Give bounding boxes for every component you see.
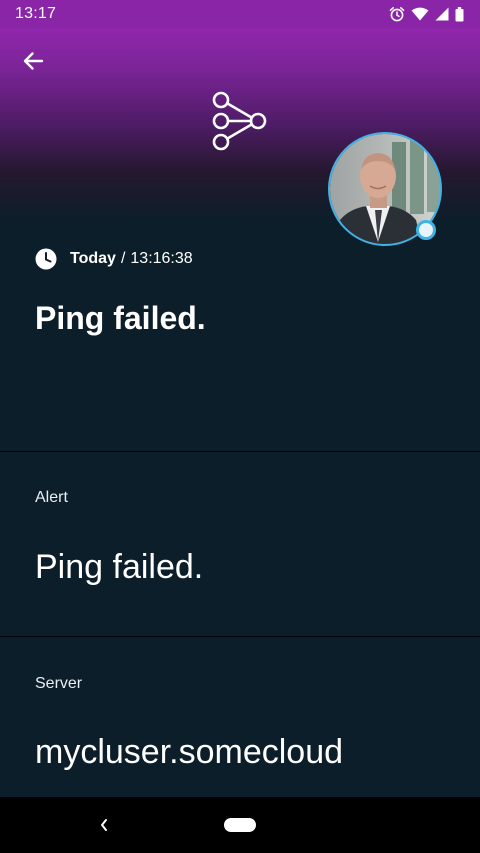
clock-icon bbox=[35, 248, 57, 270]
chevron-left-icon bbox=[101, 819, 107, 831]
divider bbox=[0, 451, 480, 452]
divider bbox=[0, 636, 480, 637]
alarm-icon bbox=[389, 7, 405, 22]
signal-icon bbox=[435, 7, 449, 21]
wifi-icon bbox=[411, 7, 429, 21]
online-status-dot bbox=[416, 220, 436, 240]
nav-home-button[interactable] bbox=[224, 818, 256, 832]
arrow-left-icon bbox=[23, 52, 44, 70]
timestamp-day: Today bbox=[70, 250, 116, 267]
server-label: Server bbox=[35, 675, 83, 692]
status-time: 13:17 bbox=[15, 5, 57, 22]
alert-label: Alert bbox=[35, 489, 68, 506]
alert-value: Ping failed. bbox=[35, 548, 204, 586]
navigation-bar bbox=[0, 797, 480, 853]
back-button[interactable] bbox=[14, 48, 52, 74]
status-bar: 13:17 bbox=[0, 0, 480, 28]
headline: Ping failed. bbox=[35, 300, 206, 336]
timestamp-separator: / bbox=[120, 250, 126, 267]
server-value: mycluser.somecloud bbox=[35, 733, 344, 771]
battery-icon bbox=[455, 6, 464, 21]
timestamp-row: Today / 13:16:38 bbox=[35, 248, 193, 270]
share-network-icon bbox=[212, 91, 267, 151]
nav-back-button[interactable] bbox=[92, 813, 116, 837]
status-icons bbox=[389, 6, 464, 22]
timestamp-time: 13:16:38 bbox=[130, 250, 193, 267]
